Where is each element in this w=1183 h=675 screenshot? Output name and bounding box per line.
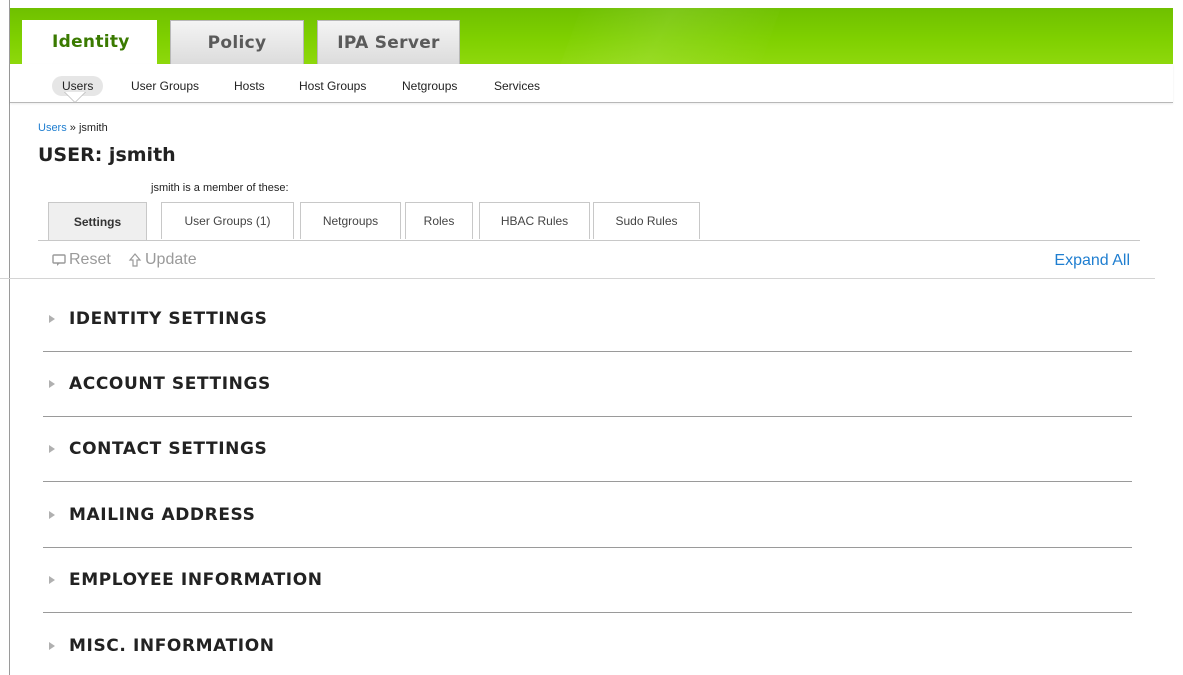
facet-tab-roles[interactable]: Roles [405, 202, 473, 239]
section-title: EMPLOYEE INFORMATION [69, 570, 323, 590]
main-tab-ipa-server[interactable]: IPA Server [317, 20, 460, 64]
app-window: Identity Policy IPA Server Users User Gr… [0, 0, 1183, 675]
active-nav-pointer-fill [65, 92, 85, 102]
facet-tab-user-groups[interactable]: User Groups (1) [161, 202, 294, 239]
update-arrow-icon [128, 253, 142, 267]
breadcrumb-link-users[interactable]: Users [38, 122, 67, 134]
sub-nav-netgroups[interactable]: Netgroups [402, 76, 457, 96]
expand-all-link[interactable]: Expand All [1054, 252, 1130, 270]
section-mailing-address[interactable]: MAILING ADDRESS [43, 483, 1132, 548]
reset-icon [52, 253, 66, 267]
sub-nav-host-groups[interactable]: Host Groups [299, 76, 366, 96]
update-label: Update [145, 251, 197, 268]
reset-button[interactable]: Reset [52, 251, 111, 269]
collapse-arrow-icon [49, 576, 55, 584]
breadcrumb-separator: » [69, 122, 76, 134]
update-button[interactable]: Update [128, 251, 197, 269]
collapse-arrow-icon [49, 445, 55, 453]
action-toolbar: Reset Update Expand All [0, 242, 1155, 279]
facet-tab-sudo-rules[interactable]: Sudo Rules [593, 202, 700, 239]
header-sheen [544, 8, 796, 64]
collapse-arrow-icon [49, 380, 55, 388]
sub-navigation: Users User Groups Hosts Host Groups Netg… [10, 64, 1173, 103]
section-title: MAILING ADDRESS [69, 505, 256, 525]
section-account-settings[interactable]: ACCOUNT SETTINGS [43, 352, 1132, 417]
sub-nav-user-groups[interactable]: User Groups [131, 76, 199, 96]
facet-tab-hbac-rules[interactable]: HBAC Rules [479, 202, 590, 239]
section-employee-information[interactable]: EMPLOYEE INFORMATION [43, 548, 1132, 613]
facet-tab-netgroups[interactable]: Netgroups [300, 202, 401, 239]
section-title: CONTACT SETTINGS [69, 439, 268, 459]
reset-label: Reset [69, 251, 111, 268]
sub-nav-services[interactable]: Services [494, 76, 540, 96]
breadcrumb: Users » jsmith [38, 122, 108, 134]
section-title: IDENTITY SETTINGS [69, 309, 268, 329]
collapse-arrow-icon [49, 315, 55, 323]
main-tab-policy[interactable]: Policy [170, 20, 304, 64]
facet-tabs: Settings User Groups (1) Netgroups Roles… [38, 202, 1140, 241]
section-identity-settings[interactable]: IDENTITY SETTINGS [43, 287, 1132, 352]
section-title: ACCOUNT SETTINGS [69, 374, 271, 394]
section-title: MISC. INFORMATION [69, 636, 275, 656]
collapse-arrow-icon [49, 642, 55, 650]
breadcrumb-current: jsmith [78, 122, 108, 134]
sub-nav-hosts[interactable]: Hosts [234, 76, 265, 96]
section-contact-settings[interactable]: CONTACT SETTINGS [43, 417, 1132, 482]
section-misc-information[interactable]: MISC. INFORMATION [43, 614, 1132, 674]
page-title: USER: jsmith [38, 144, 176, 166]
collapse-arrow-icon [49, 511, 55, 519]
main-tab-identity[interactable]: Identity [22, 20, 157, 64]
header-bar: Identity Policy IPA Server [10, 8, 1173, 64]
member-of-text: jsmith is a member of these: [151, 182, 289, 194]
facet-tab-settings[interactable]: Settings [48, 202, 147, 240]
